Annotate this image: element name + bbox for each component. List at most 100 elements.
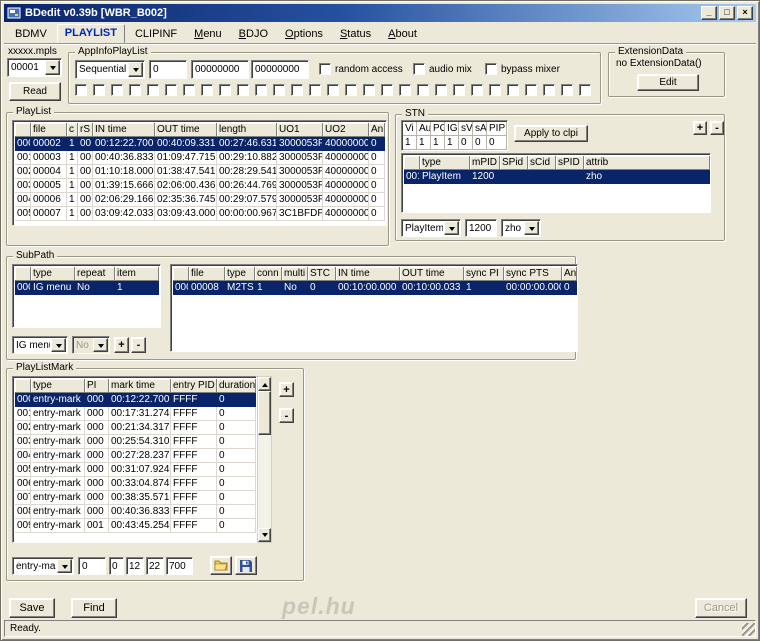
column-header[interactable]: IN time xyxy=(336,267,400,281)
mark-pi-field[interactable] xyxy=(78,557,106,575)
uo-mask-checkbox[interactable] xyxy=(507,84,519,96)
uo-mask-checkbox[interactable] xyxy=(291,84,303,96)
tab-bdjo[interactable]: BDJO xyxy=(232,26,275,43)
checkbox-icon[interactable] xyxy=(319,63,331,75)
column-header[interactable]: mPID xyxy=(470,156,500,170)
stn-counts-grid[interactable]: ViAuPGIGsVsAPIP1111000 xyxy=(401,120,508,151)
column-header[interactable]: file xyxy=(31,123,67,137)
table-row[interactable]: 004entry-mark00000:27:28.237FFFF0 xyxy=(15,449,256,463)
uo-mask-checkbox[interactable] xyxy=(399,84,411,96)
chevron-down-icon[interactable] xyxy=(45,60,60,75)
maximize-button[interactable]: □ xyxy=(719,6,735,20)
tab-playlist[interactable]: PLAYLIST xyxy=(56,24,125,43)
column-header[interactable] xyxy=(15,267,31,281)
column-header[interactable]: sA xyxy=(473,122,487,136)
chevron-down-icon[interactable] xyxy=(444,221,459,235)
chevron-down-icon[interactable] xyxy=(57,559,72,573)
scrollbar-up-icon[interactable] xyxy=(258,377,271,391)
random-access-checkbox[interactable]: random access xyxy=(319,63,403,75)
column-header[interactable]: duration xyxy=(217,379,256,393)
table-row[interactable]: 0040000610002:06:29.16602:35:36.74500:29… xyxy=(15,193,386,207)
table-row[interactable]: 0030000510001:39:15.66602:06:00.43600:26… xyxy=(15,179,386,193)
column-header[interactable]: SPid xyxy=(500,156,528,170)
chevron-down-icon[interactable] xyxy=(524,221,539,235)
column-header[interactable]: sV xyxy=(459,122,473,136)
table-row[interactable]: 000entry-mark00000:12:22.700FFFF0 xyxy=(15,393,256,407)
extensiondata-edit-button[interactable]: Edit xyxy=(637,74,699,91)
playback-type-select[interactable]: Sequential xyxy=(75,60,145,79)
checkbox-icon[interactable] xyxy=(485,63,497,75)
column-header[interactable]: mark time xyxy=(109,379,171,393)
column-header[interactable]: PI xyxy=(85,379,109,393)
column-header[interactable]: An xyxy=(562,267,577,281)
table-row[interactable]: 0050000710003:09:42.03303:09:43.00000:00… xyxy=(15,207,386,221)
uo-mask-checkbox[interactable] xyxy=(543,84,555,96)
mark-remove-button[interactable]: - xyxy=(279,408,294,423)
column-header[interactable]: conn xyxy=(255,267,282,281)
table-row[interactable]: 00000008M2TS1No000:10:00.00000:10:00.033… xyxy=(173,281,577,295)
subpath-items-table[interactable]: file type conn multi STC IN time OUT time sync … xyxy=(170,264,578,352)
subpath-remove-button[interactable]: - xyxy=(131,337,146,353)
column-header[interactable]: An xyxy=(369,123,385,137)
table-row[interactable]: 008entry-mark00000:40:36.833FFFF0 xyxy=(15,505,256,519)
table-row[interactable]: 001entry-mark00000:17:31.274FFFF0 xyxy=(15,407,256,421)
column-header[interactable]: IG xyxy=(445,122,459,136)
column-header[interactable]: PG xyxy=(431,122,445,136)
save-button[interactable]: Save xyxy=(9,598,55,618)
uo-mask-checkbox[interactable] xyxy=(201,84,213,96)
uo-mask-checkbox[interactable] xyxy=(579,84,591,96)
uo-mask-checkbox[interactable] xyxy=(219,84,231,96)
subpath-repeat-select[interactable]: No xyxy=(72,336,110,354)
column-header[interactable]: PIP xyxy=(487,122,507,136)
stn-remove-button[interactable]: - xyxy=(710,121,724,135)
column-header[interactable]: item xyxy=(115,267,159,281)
column-header[interactable]: sync PTS xyxy=(504,267,562,281)
apply-to-clpi-button[interactable]: Apply to clpi xyxy=(514,125,588,142)
resize-grip[interactable] xyxy=(742,623,755,636)
column-header[interactable]: multi xyxy=(282,267,308,281)
column-header[interactable]: type xyxy=(31,267,75,281)
mark-minute-field[interactable] xyxy=(126,557,144,575)
read-button[interactable]: Read xyxy=(9,82,61,101)
column-header[interactable]: UO2 xyxy=(323,123,369,137)
close-button[interactable]: × xyxy=(737,6,753,20)
column-header[interactable] xyxy=(173,267,189,281)
uo-mask-checkbox[interactable] xyxy=(489,84,501,96)
mpls-select[interactable]: 00001 xyxy=(7,58,62,77)
uo-mask-checkbox[interactable] xyxy=(309,84,321,96)
uo-mask-checkbox[interactable] xyxy=(273,84,285,96)
find-button[interactable]: Find xyxy=(71,598,117,618)
mark-add-button[interactable]: + xyxy=(279,382,294,397)
column-header[interactable]: OUT time xyxy=(155,123,217,137)
scrollbar-track[interactable] xyxy=(258,391,271,528)
uo-mask-checkbox[interactable] xyxy=(381,84,393,96)
table-row[interactable]: 007entry-mark00000:38:35.571FFFF0 xyxy=(15,491,256,505)
uo-mask-checkbox[interactable] xyxy=(327,84,339,96)
chevron-down-icon[interactable] xyxy=(128,62,143,77)
table-row[interactable]: 0020000410001:10:18.00001:38:47.54100:28… xyxy=(15,165,386,179)
column-header[interactable]: type xyxy=(225,267,255,281)
column-header[interactable]: sCid xyxy=(528,156,556,170)
stn-type-select[interactable]: PlayItem xyxy=(401,219,461,237)
chevron-down-icon[interactable] xyxy=(93,338,108,352)
subpath-table[interactable]: typerepeatitem000IG menuNo1 xyxy=(12,264,161,328)
column-header[interactable]: rS xyxy=(78,123,93,137)
scrollbar-down-icon[interactable] xyxy=(258,528,271,542)
tab-menu[interactable]: Menu xyxy=(187,26,229,43)
uo-mask-checkbox[interactable] xyxy=(525,84,537,96)
chevron-down-icon[interactable] xyxy=(51,338,66,352)
uo-mask-checkbox[interactable] xyxy=(471,84,483,96)
uo-mask-checkbox[interactable] xyxy=(561,84,573,96)
stn-table[interactable]: typemPIDSPidsCidsPIDattrib001PlayItem120… xyxy=(401,153,711,213)
cancel-button[interactable]: Cancel xyxy=(695,598,747,618)
table-row[interactable]: 009entry-mark00100:43:45.254FFFF0 xyxy=(15,519,256,533)
uo-mask1-field[interactable] xyxy=(191,60,249,79)
uo-mask-checkbox[interactable] xyxy=(147,84,159,96)
playback-count-field[interactable] xyxy=(149,60,187,79)
playlist-table[interactable]: file c rS IN time OUT time length UO1 UO2 An 00 00… xyxy=(12,120,387,226)
table-row[interactable]: 001PlayItem1200 zho xyxy=(404,170,710,184)
column-header[interactable]: UO1 xyxy=(277,123,323,137)
column-header[interactable]: OUT time xyxy=(400,267,464,281)
column-header[interactable]: type xyxy=(31,379,85,393)
table-row[interactable]: 005entry-mark00000:31:07.924FFFF0 xyxy=(15,463,256,477)
